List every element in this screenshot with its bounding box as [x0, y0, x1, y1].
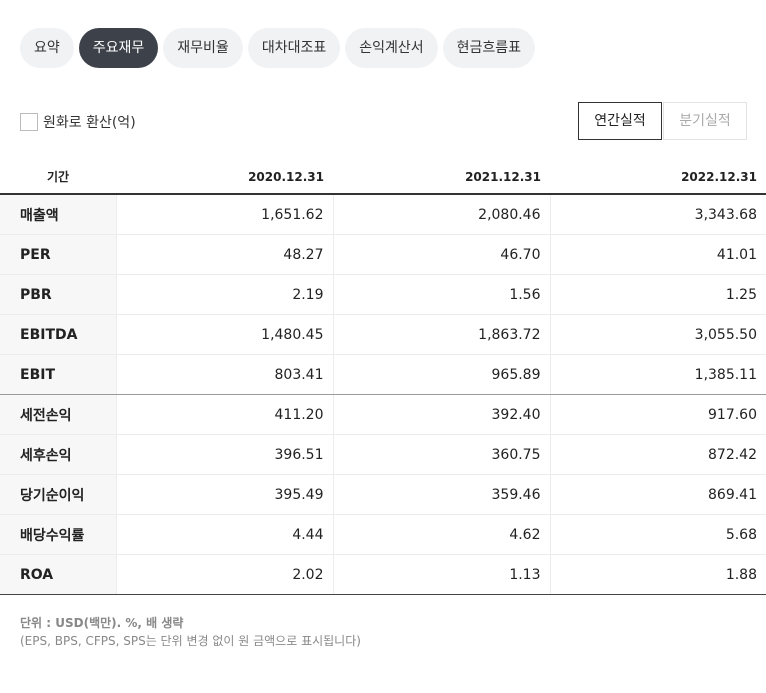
row-label: 세후손익: [0, 434, 116, 475]
tab-cash-flow[interactable]: 현금흐름표: [442, 28, 536, 68]
cell-value: 1.56: [332, 274, 550, 315]
cell-value: 2.02: [115, 554, 333, 595]
krw-convert-checkbox[interactable]: [20, 113, 38, 131]
cell-value: 2,080.46: [332, 194, 550, 235]
table-header-row: 기간 2020.12.31 2021.12.31 2022.12.31: [0, 160, 766, 195]
tab-key-financials[interactable]: 주요재무: [78, 28, 159, 68]
row-label: EBIT: [0, 354, 116, 395]
table-row: PER 48.27 46.70 41.01: [0, 234, 766, 275]
quarterly-button[interactable]: 분기실적: [663, 102, 747, 140]
period-toggle: 연간실적 분기실적: [578, 102, 747, 140]
cell-value: 5.68: [549, 514, 766, 555]
period-header: 2021.12.31: [333, 160, 550, 195]
period-header: 2022.12.31: [550, 160, 766, 195]
table-row: 매출액 1,651.62 2,080.46 3,343.68: [0, 194, 766, 235]
cell-value: 359.46: [332, 474, 550, 515]
table-row: ROA 2.02 1.13 1.88: [0, 554, 766, 595]
cell-value: 3,343.68: [549, 194, 766, 235]
table-row: PBR 2.19 1.56 1.25: [0, 274, 766, 315]
row-label: 매출액: [0, 194, 116, 235]
tab-summary[interactable]: 요약: [20, 28, 74, 68]
period-header-label: 기간: [0, 160, 116, 195]
table-row: 세전손익 411.20 392.40 917.60: [0, 394, 766, 435]
row-label: 배당수익률: [0, 514, 116, 555]
tab-bar: 요약 주요재무 재무비율 대차대조표 손익계산서 현금흐름표: [20, 28, 536, 68]
table-row: EBITDA 1,480.45 1,863.72 3,055.50: [0, 314, 766, 355]
cell-value: 965.89: [332, 354, 550, 395]
row-label: 세전손익: [0, 394, 116, 435]
cell-value: 1,385.11: [549, 354, 766, 395]
krw-convert-toggle[interactable]: 원화로 환산(억): [20, 112, 136, 132]
cell-value: 4.44: [115, 514, 333, 555]
table-row: 배당수익률 4.44 4.62 5.68: [0, 514, 766, 555]
table-row: 세후손익 396.51 360.75 872.42: [0, 434, 766, 475]
cell-value: 4.62: [332, 514, 550, 555]
cell-value: 46.70: [332, 234, 550, 275]
cell-value: 803.41: [115, 354, 333, 395]
tab-income-statement[interactable]: 손익계산서: [345, 28, 438, 68]
cell-value: 2.19: [115, 274, 333, 315]
cell-value: 395.49: [115, 474, 333, 515]
financial-table: 기간 2020.12.31 2021.12.31 2022.12.31 매출액 …: [0, 160, 766, 595]
cell-value: 392.40: [332, 394, 550, 435]
row-label: ROA: [0, 554, 116, 595]
row-label: 당기순이익: [0, 474, 116, 515]
cell-value: 869.41: [549, 474, 766, 515]
row-label: PER: [0, 234, 116, 275]
table-row: EBIT 803.41 965.89 1,385.11: [0, 354, 766, 395]
cell-value: 41.01: [549, 234, 766, 275]
cell-value: 1.88: [549, 554, 766, 595]
cell-value: 396.51: [115, 434, 333, 475]
cell-value: 48.27: [115, 234, 333, 275]
cell-value: 1,651.62: [115, 194, 333, 235]
cell-value: 1.25: [549, 274, 766, 315]
period-header: 2020.12.31: [116, 160, 333, 195]
cell-value: 1,863.72: [332, 314, 550, 355]
row-label: PBR: [0, 274, 116, 315]
cell-value: 360.75: [332, 434, 550, 475]
row-label: EBITDA: [0, 314, 116, 355]
cell-value: 872.42: [549, 434, 766, 475]
cell-value: 1.13: [332, 554, 550, 595]
unit-note: 단위 : USD(백만). %, 배 생략: [20, 616, 184, 630]
table-row: 당기순이익 395.49 359.46 869.41: [0, 474, 766, 515]
tab-financial-ratios[interactable]: 재무비율: [163, 28, 243, 68]
cell-value: 1,480.45: [115, 314, 333, 355]
conversion-note: (EPS, BPS, CFPS, SPS는 단위 변경 없이 원 금액으로 표시…: [20, 634, 361, 648]
footnote: 단위 : USD(백만). %, 배 생략 (EPS, BPS, CFPS, S…: [20, 614, 361, 650]
annual-button[interactable]: 연간실적: [578, 102, 662, 140]
tab-balance-sheet[interactable]: 대차대조표: [247, 28, 341, 68]
cell-value: 917.60: [549, 394, 766, 435]
cell-value: 3,055.50: [549, 314, 766, 355]
cell-value: 411.20: [115, 394, 333, 435]
krw-convert-label: 원화로 환산(억): [43, 115, 136, 131]
